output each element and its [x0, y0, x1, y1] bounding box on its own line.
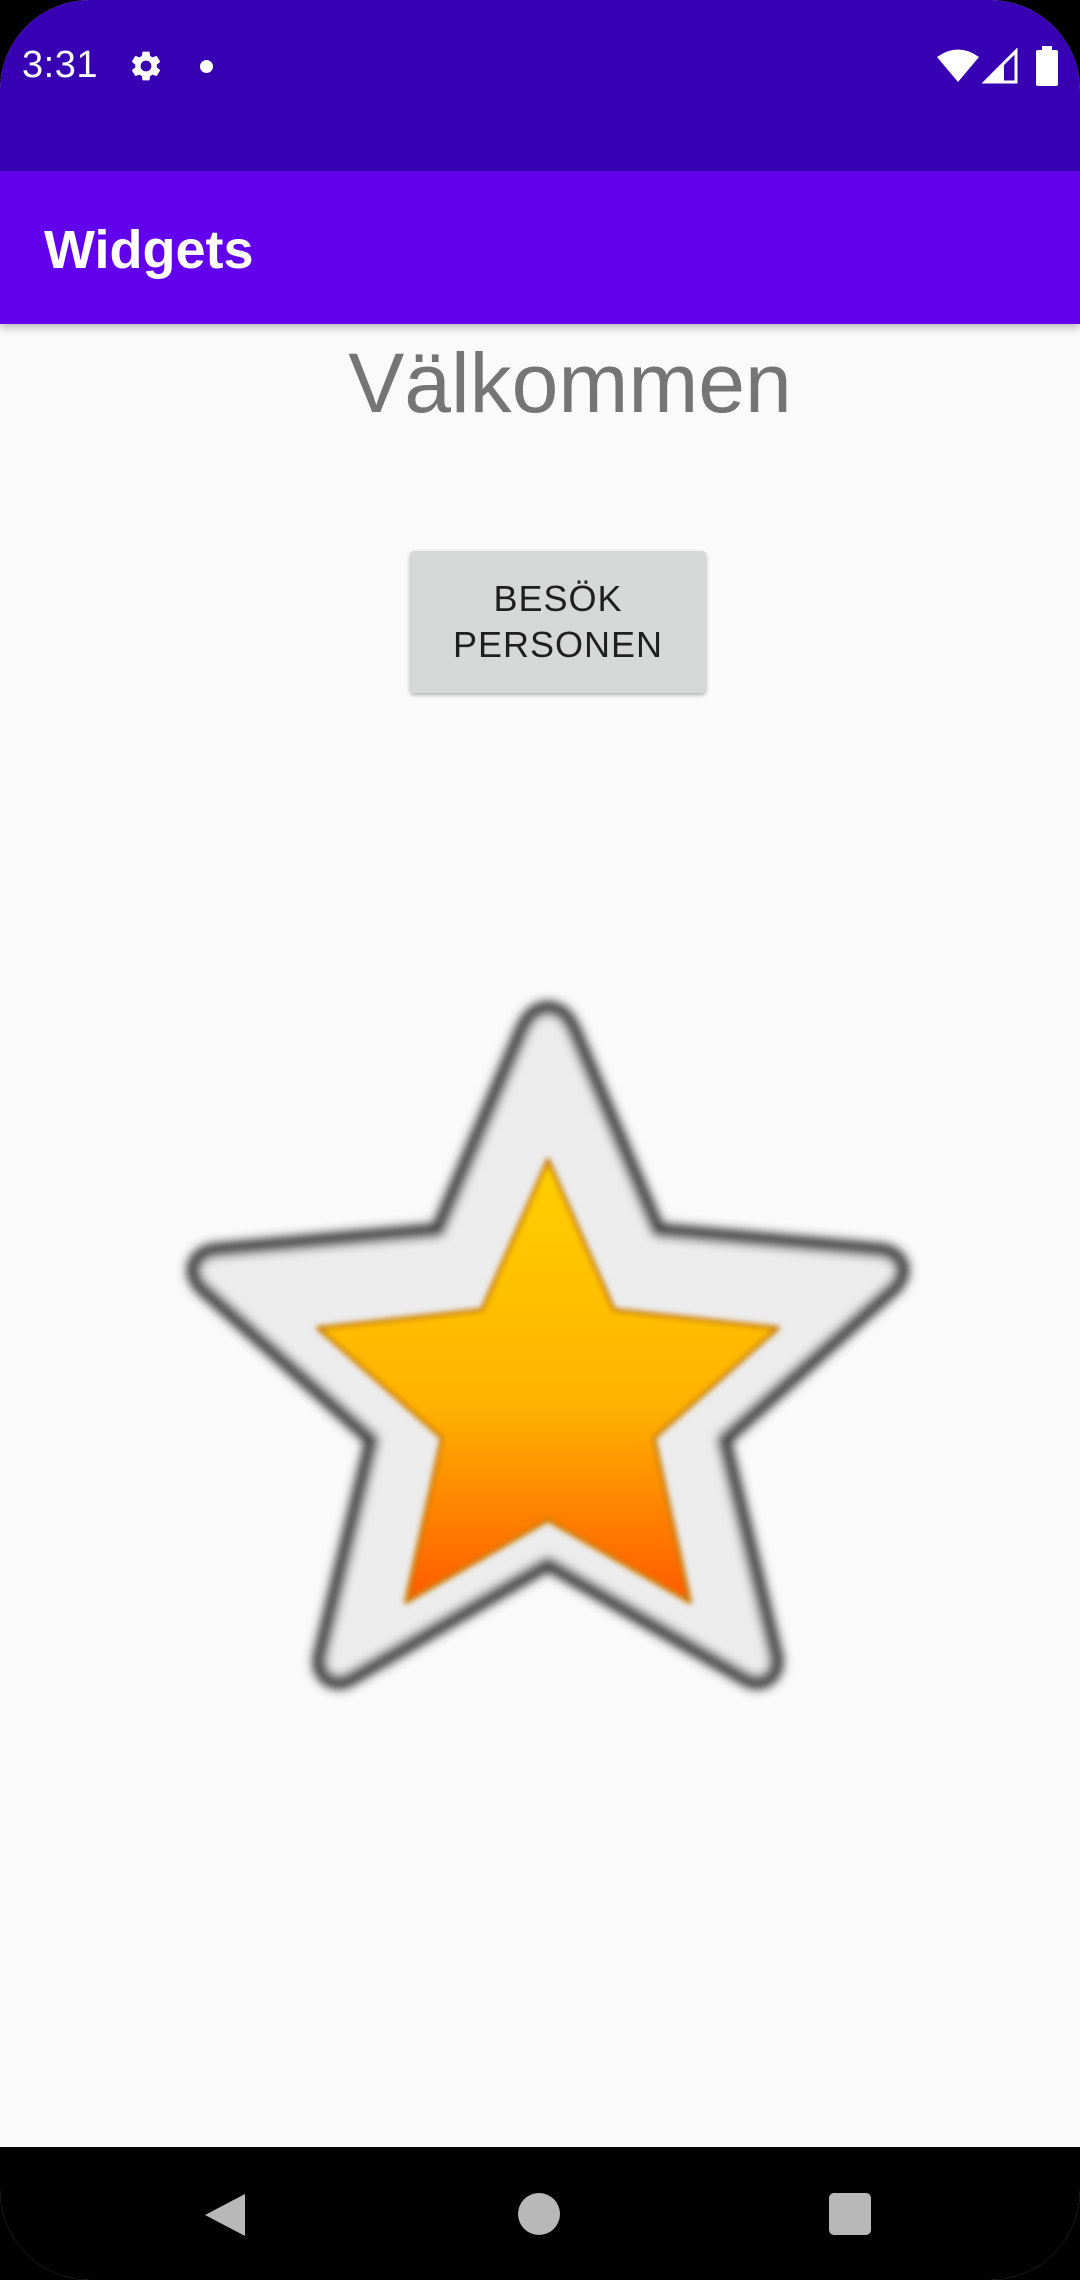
navigation-bar: [0, 2147, 1080, 2280]
recents-icon[interactable]: [829, 2193, 871, 2235]
status-time: 3:31: [22, 44, 98, 86]
status-bar: 3:31: [0, 0, 1080, 171]
notification-dot-icon: [200, 60, 213, 73]
battery-icon: [1036, 46, 1058, 86]
app-bar: Widgets: [0, 171, 1080, 324]
welcome-heading: Välkommen: [348, 336, 792, 430]
visit-person-button[interactable]: BESÖK PERSONEN: [410, 551, 706, 693]
back-icon[interactable]: [203, 2192, 247, 2238]
app-title: Widgets: [44, 220, 254, 280]
star-icon[interactable]: [90, 980, 1010, 1880]
home-icon[interactable]: [518, 2193, 560, 2235]
gear-icon: [131, 51, 161, 81]
signal-icon: [982, 48, 1018, 84]
wifi-icon: [937, 49, 979, 82]
device-screen: 3:31 Widgets Välkommen BESÖK PERSONEN: [0, 0, 1080, 2280]
